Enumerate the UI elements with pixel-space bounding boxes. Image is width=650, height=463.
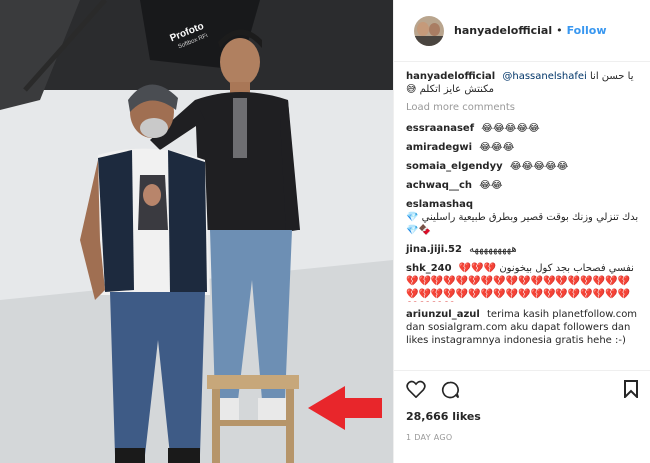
comment-text: 😂😂😂 (479, 142, 515, 153)
bookmark-icon[interactable] (624, 380, 638, 401)
comment-username[interactable]: achwaq__ch (406, 180, 472, 191)
post-header: hanyadelofficial • Follow (394, 0, 650, 62)
post-photo[interactable]: Profoto Softbox RFi (0, 0, 393, 463)
comment-text: 😂😂😂😂😂 (509, 161, 569, 172)
caption-text: يا حسن انا (589, 71, 634, 82)
post-actions: 28,666 likes 1 DAY AGO (394, 370, 650, 442)
comment-item: amiradegwi 😂😂😂 (406, 141, 639, 154)
comment-item: eslamashaq بدك تنزلي وزنك بوقت قصير وبطر… (406, 198, 639, 237)
caption-line2: مكنتش عايز اتكلم 😅 (406, 84, 494, 95)
comment-item: somaia_elgendyy 😂😂😂😂😂 (406, 160, 639, 173)
header-username[interactable]: hanyadelofficial (454, 24, 552, 37)
comment-username[interactable]: ariunzul_azul (406, 309, 480, 320)
comment-username[interactable]: shk_240 (406, 263, 452, 274)
caption-username[interactable]: hanyadelofficial (406, 71, 495, 82)
comment-item: shk_240 نفسي فصحاب بجد كول بيخونون 💔💔💔💔💔… (406, 262, 639, 302)
instagram-post: Profoto Softbox RFi hanyadelofficial • F… (0, 0, 650, 463)
photo-illustration: Profoto Softbox RFi (0, 0, 393, 463)
comment-item: ariunzul_azul terima kasih planetfollow.… (406, 308, 639, 347)
follow-button[interactable]: Follow (567, 24, 607, 37)
comment-username[interactable]: essraanasef (406, 123, 474, 134)
post-sidebar: hanyadelofficial • Follow hanyadeloffici… (393, 0, 650, 463)
comment-icon[interactable] (440, 380, 460, 403)
comment-text: 😂😂 (479, 180, 503, 191)
header-separator: • (556, 24, 563, 37)
heart-icon[interactable] (406, 380, 426, 401)
comment-text: هههههههههه (469, 244, 517, 255)
post-date: 1 DAY AGO (406, 433, 453, 442)
comment-text: بدك تنزلي وزنك بوقت قصير وبطرق طبيعية را… (406, 212, 639, 236)
comment-item: jina.jiji.52 هههههههههه (406, 243, 639, 256)
likes-count[interactable]: 28,666 likes (406, 410, 650, 423)
avatar[interactable] (414, 15, 444, 46)
comment-username[interactable]: amiradegwi (406, 142, 472, 153)
action-icons (406, 380, 650, 406)
load-more-comments[interactable]: Load more comments (406, 102, 639, 113)
comment-item: achwaq__ch 😂😂 (406, 179, 639, 192)
comment-username[interactable]: eslamashaq (406, 199, 473, 210)
comment-username[interactable]: jina.jiji.52 (406, 244, 462, 255)
comment-username[interactable]: somaia_elgendyy (406, 161, 503, 172)
comment-item: essraanasef 😂😂😂😂😂 (406, 122, 639, 135)
comment-text: 😂😂😂😂😂 (481, 123, 540, 134)
comments-list: hanyadelofficial @hassanelshafei يا حسن … (394, 62, 639, 347)
caption-mention[interactable]: @hassanelshafei (502, 71, 586, 82)
caption: hanyadelofficial @hassanelshafei يا حسن … (406, 70, 639, 96)
